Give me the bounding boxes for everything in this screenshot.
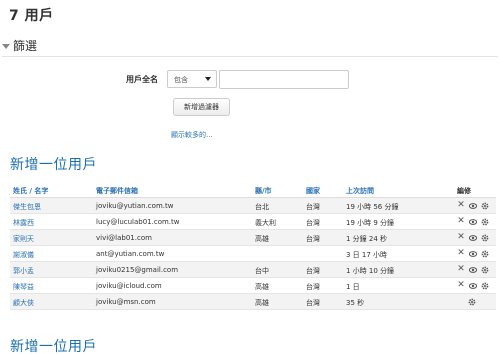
user-last-access: 19 小時 56 分鐘: [346, 203, 399, 211]
table-row: 謝淑儀 ant@yutian.com.tw 3 日 17 小時 ✕: [10, 246, 496, 262]
add-user-link-top[interactable]: 新增一位用戶: [10, 154, 97, 174]
user-country: 台灣: [306, 283, 320, 291]
user-name-link[interactable]: 顧大俠: [13, 298, 34, 308]
gear-icon[interactable]: [468, 297, 476, 306]
gear-icon[interactable]: [481, 233, 489, 242]
user-last-access: 1 日: [346, 283, 360, 291]
eye-icon[interactable]: [469, 201, 477, 210]
user-name-link[interactable]: 傑生包恩: [13, 202, 41, 212]
row-actions: ✕: [457, 281, 489, 290]
gear-icon[interactable]: [481, 281, 489, 290]
eye-icon[interactable]: [469, 217, 477, 226]
filter-operator-select[interactable]: 包含: [167, 70, 217, 88]
user-last-access: 1 分鐘 24 秒: [346, 235, 388, 243]
user-email: ant@yutian.com.tw: [96, 250, 165, 258]
column-header-city[interactable]: 縣/市: [255, 186, 272, 196]
filter-toggle[interactable]: 篩選: [2, 37, 498, 54]
user-name-link[interactable]: 郭小孟: [13, 266, 34, 276]
table-row: 傑生包恩 joviku@yutian.com.tw 台北 台灣 19 小時 56…: [10, 198, 496, 214]
user-last-access: 1 小時 10 分鐘: [346, 267, 395, 275]
eye-icon[interactable]: [469, 249, 477, 258]
user-city: 義大利: [255, 219, 276, 227]
delete-icon[interactable]: ✕: [457, 201, 465, 210]
user-country: 台灣: [306, 267, 320, 275]
add-user-link-bottom[interactable]: 新增一位用戶: [10, 336, 97, 354]
filter-title: 篩選: [13, 39, 38, 53]
users-table: 姓氏 / 名字 電子郵件信箱 縣/市 國家 上次訪問 編修 傑生包恩 jovik…: [10, 185, 496, 310]
row-actions: ✕: [457, 249, 489, 258]
user-last-access: 35 秒: [346, 299, 365, 307]
gear-icon[interactable]: [481, 249, 489, 258]
user-email: joviku@icloud.com: [96, 282, 162, 290]
filter-section: 篩選: [2, 37, 498, 57]
column-header-email[interactable]: 電子郵件信箱: [96, 186, 138, 196]
gear-icon[interactable]: [481, 201, 489, 210]
column-header-country[interactable]: 國家: [306, 186, 320, 196]
table-row: 陳琴益 joviku@icloud.com 高雄 台灣 1 日 ✕: [10, 278, 496, 294]
table-row: 林露西 lucy@luculab01.com.tw 義大利 台灣 19 小時 9…: [10, 214, 496, 230]
user-city: 高雄: [255, 283, 269, 291]
user-city: 高雄: [255, 235, 269, 243]
delete-icon[interactable]: ✕: [457, 249, 465, 258]
filter-field-label: 用戶全名: [126, 75, 158, 84]
caret-down-icon: [2, 43, 10, 49]
eye-icon[interactable]: [469, 281, 477, 290]
row-actions: ✕: [457, 217, 489, 226]
row-actions: ✕: [457, 265, 489, 274]
table-header: 姓氏 / 名字 電子郵件信箱 縣/市 國家 上次訪問 編修: [10, 185, 496, 198]
user-last-access: 19 小時 9 分鐘: [346, 219, 395, 227]
user-name-link[interactable]: 家則天: [13, 234, 34, 244]
row-actions: ✕: [457, 233, 489, 242]
eye-icon[interactable]: [469, 265, 477, 274]
user-city: 高雄: [255, 299, 269, 307]
row-actions: ✕: [457, 201, 489, 210]
table-row: 家則天 vivi@lab01.com 高雄 台灣 1 分鐘 24 秒 ✕: [10, 230, 496, 246]
user-last-access: 3 日 17 小時: [346, 251, 388, 259]
gear-icon[interactable]: [481, 217, 489, 226]
user-email: vivi@lab01.com: [96, 234, 152, 242]
user-email: joviku@yutian.com.tw: [96, 202, 174, 210]
table-row: 郭小孟 joviku0215@gmail.com 台中 台灣 1 小時 10 分…: [10, 262, 496, 278]
filter-value-input[interactable]: [219, 70, 349, 89]
user-email: joviku@msn.com: [96, 298, 156, 306]
user-country: 台灣: [306, 235, 320, 243]
user-city: 台中: [255, 267, 269, 275]
show-more-link[interactable]: 顯示較多的...: [171, 130, 213, 140]
chevron-down-icon: [205, 77, 211, 81]
column-header-name[interactable]: 姓氏 / 名字: [13, 186, 48, 196]
user-email: lucy@luculab01.com.tw: [96, 218, 180, 226]
delete-icon[interactable]: ✕: [457, 281, 465, 290]
user-country: 台灣: [306, 203, 320, 211]
user-name-link[interactable]: 林露西: [13, 218, 34, 228]
filter-operator-value: 包含: [174, 76, 188, 84]
user-email: joviku0215@gmail.com: [96, 266, 179, 274]
delete-icon[interactable]: ✕: [457, 265, 465, 274]
eye-icon[interactable]: [469, 233, 477, 242]
user-city: 台北: [255, 203, 269, 211]
add-filter-button[interactable]: 新增過濾器: [173, 98, 230, 116]
row-actions: [468, 297, 476, 306]
user-country: 台灣: [306, 219, 320, 227]
user-name-link[interactable]: 謝淑儀: [13, 250, 34, 260]
page-title: 7 用戶: [9, 8, 54, 24]
filter-row: 用戶全名 包含: [0, 70, 500, 90]
delete-icon[interactable]: ✕: [457, 217, 465, 226]
gear-icon[interactable]: [481, 265, 489, 274]
column-header-edit: 編修: [457, 187, 471, 195]
user-country: 台灣: [306, 299, 320, 307]
user-name-link[interactable]: 陳琴益: [13, 282, 34, 292]
table-row: 顧大俠 joviku@msn.com 高雄 台灣 35 秒: [10, 294, 496, 310]
column-header-last-access[interactable]: 上次訪問: [346, 186, 374, 196]
delete-icon[interactable]: ✕: [457, 233, 465, 242]
